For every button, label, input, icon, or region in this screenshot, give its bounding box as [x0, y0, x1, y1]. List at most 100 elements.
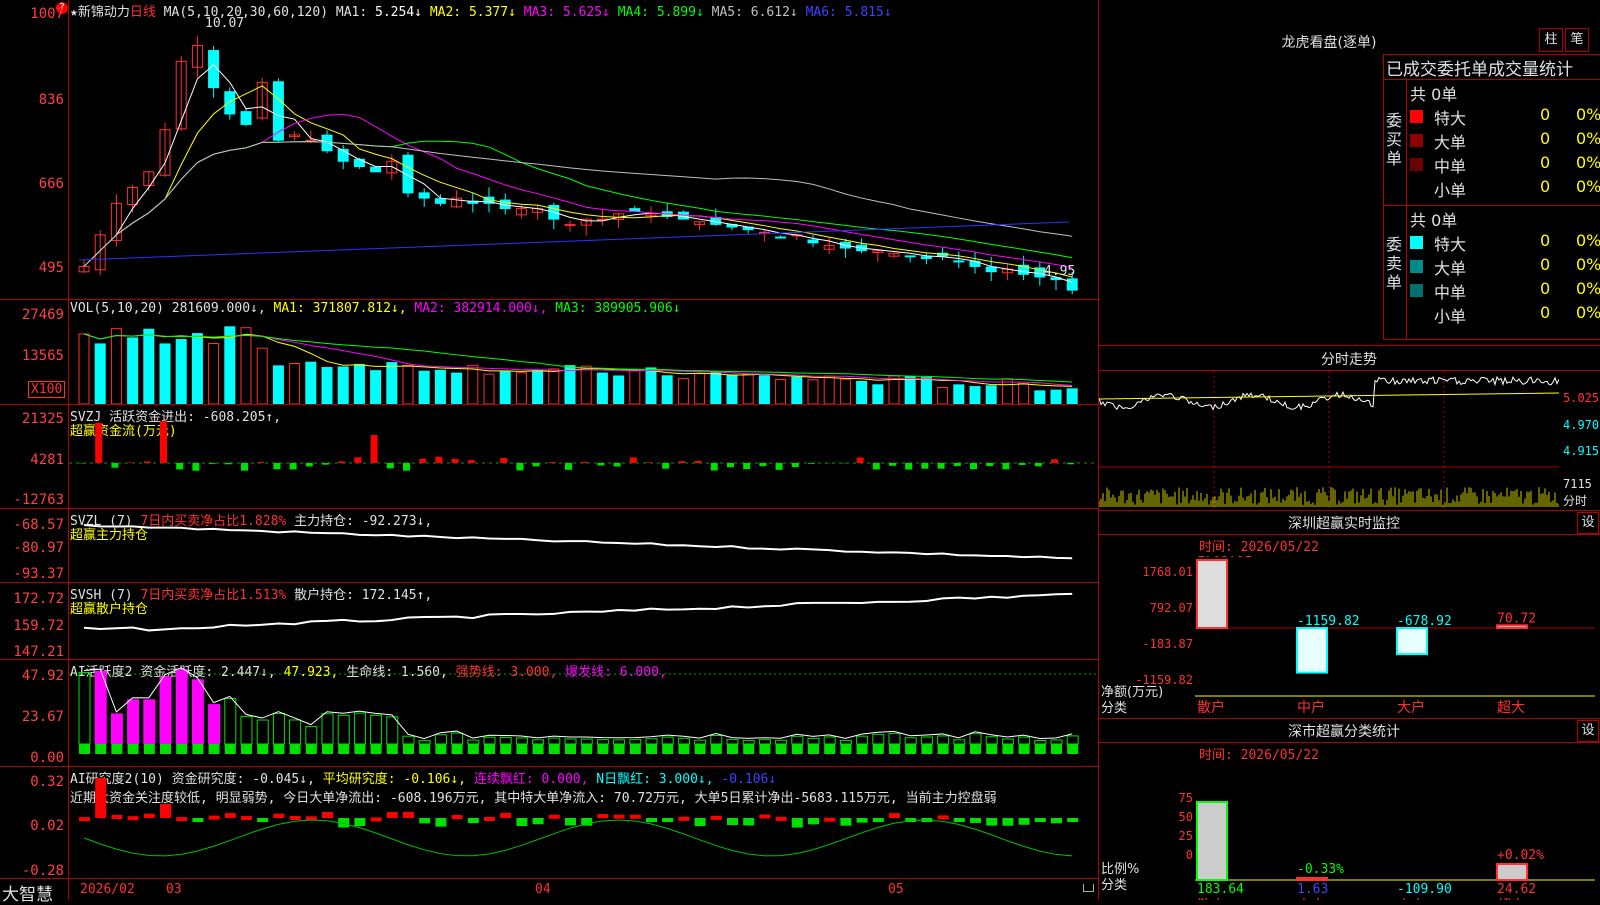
flow-bar [95, 423, 102, 463]
volume-bar [533, 370, 543, 404]
sell-row-name: 特大 [1434, 231, 1466, 255]
research-bar [144, 814, 155, 818]
research-bar [1035, 818, 1046, 822]
flow-bar [581, 462, 588, 463]
life-bar [176, 744, 187, 754]
tick-mode-button[interactable]: 笔 [1565, 28, 1589, 52]
svzl-ytick: -93.37 [0, 566, 64, 582]
monitor-bar [1197, 560, 1227, 628]
research-bar [192, 818, 203, 822]
ai-research-ytick: -0.28 [0, 863, 64, 879]
monitor-title: 深圳超赢实时监控 [1219, 513, 1469, 533]
life-bar [565, 744, 576, 754]
activity-bar [857, 736, 868, 744]
volume-bar [225, 327, 235, 404]
activity-bar [1067, 736, 1078, 744]
ai-research-chart[interactable] [69, 767, 1098, 878]
ai-active-ytick: 0.00 [0, 750, 64, 766]
activity-bar [452, 733, 463, 744]
flow-bar [678, 461, 685, 463]
activity-bar [792, 736, 803, 744]
volume-bar [338, 367, 348, 404]
svsh-chart[interactable] [69, 583, 1098, 659]
buy-row: 大单00% [1410, 129, 1600, 153]
volume-chart[interactable] [69, 318, 1098, 404]
research-bar [1019, 818, 1030, 825]
bar-mode-button[interactable]: 柱 [1539, 28, 1563, 52]
date-label: 04 [535, 882, 551, 897]
classify-bar-value: 24.62 [1497, 882, 1536, 897]
vol-value: 281609.000↓ [172, 301, 258, 316]
life-bar [597, 744, 608, 754]
life-bar [516, 744, 527, 754]
life-bar [759, 744, 770, 754]
candle [322, 135, 332, 151]
activity-bar [354, 713, 365, 744]
volume-bar [954, 385, 964, 404]
activity-bar [128, 700, 139, 744]
research-bar [516, 818, 527, 826]
buy-row-pct: 0% [1576, 153, 1600, 172]
candle [921, 257, 931, 259]
volume-bar [840, 379, 850, 404]
life-bar [824, 744, 835, 754]
buy-row-name: 大单 [1434, 129, 1466, 153]
monitor-settings-button[interactable]: 设 [1577, 512, 1599, 534]
buy-swatch [1410, 182, 1423, 195]
lock-icon[interactable] [1083, 884, 1094, 892]
flow-bar [452, 459, 459, 463]
classify-chart[interactable]: 183.64散户-0.33%1.63中户-109.90大户+0.02%24.62… [1195, 760, 1600, 900]
volume-bar [95, 344, 105, 404]
monitor-chart[interactable]: 1768.01散户-1159.82中户-678.92大户70.72超大 [1195, 556, 1600, 716]
volume-bar [435, 370, 445, 404]
research-bar [371, 817, 382, 821]
buy-row: 小单00% [1410, 177, 1600, 201]
candlestick-chart[interactable] [69, 14, 1098, 298]
svzj-chart[interactable] [69, 405, 1098, 508]
intraday-chart[interactable] [1099, 371, 1559, 509]
svsh-ytick: 147.21 [0, 644, 64, 660]
classify-ylabel2: 分类 [1101, 874, 1127, 893]
buy-swatch [1410, 110, 1423, 123]
volume-bar [419, 371, 429, 404]
volume-bar [241, 328, 251, 404]
classify-settings-button[interactable]: 设 [1577, 720, 1599, 742]
candle [905, 256, 915, 257]
classify-ytick: 0 [1159, 848, 1193, 862]
activity-bar [889, 733, 900, 744]
life-bar [614, 744, 625, 754]
ai-active-chart[interactable] [69, 660, 1098, 766]
flow-bar [986, 463, 993, 466]
activity-bar [1035, 740, 1046, 744]
ai-active-ytick: 47.92 [0, 668, 64, 684]
research-bar [128, 816, 139, 820]
activity-bar [257, 720, 268, 744]
activity-bar [711, 736, 722, 744]
life-bar [954, 744, 965, 754]
life-bar [225, 744, 236, 754]
svzj-ytick: 21325 [0, 411, 64, 427]
research-bar [322, 812, 333, 818]
research-bar [597, 814, 608, 818]
activity-bar [921, 737, 932, 744]
life-bar [79, 744, 90, 754]
flow-bar [776, 463, 783, 470]
monitor-bar-label: 1768.01 [1197, 556, 1252, 561]
classify-bar [1497, 864, 1527, 880]
flow-bar [711, 463, 718, 471]
svzl-chart[interactable] [69, 509, 1098, 582]
research-bar [792, 818, 803, 828]
flow-bar [695, 461, 702, 463]
research-bar [614, 815, 625, 819]
research-bar [533, 818, 544, 824]
activity-bar [516, 738, 527, 744]
activity-bar [419, 741, 430, 744]
monitor-bar-label: -678.92 [1397, 614, 1452, 629]
sell-row-pct: 0% [1576, 303, 1600, 322]
sell-row: 特大00% [1410, 231, 1600, 255]
scale-badge[interactable]: X100 [28, 381, 65, 398]
price-ytick: 836 [0, 92, 64, 108]
flow-bar [727, 463, 734, 467]
volume-bar [776, 379, 786, 404]
research-bar [241, 816, 252, 820]
